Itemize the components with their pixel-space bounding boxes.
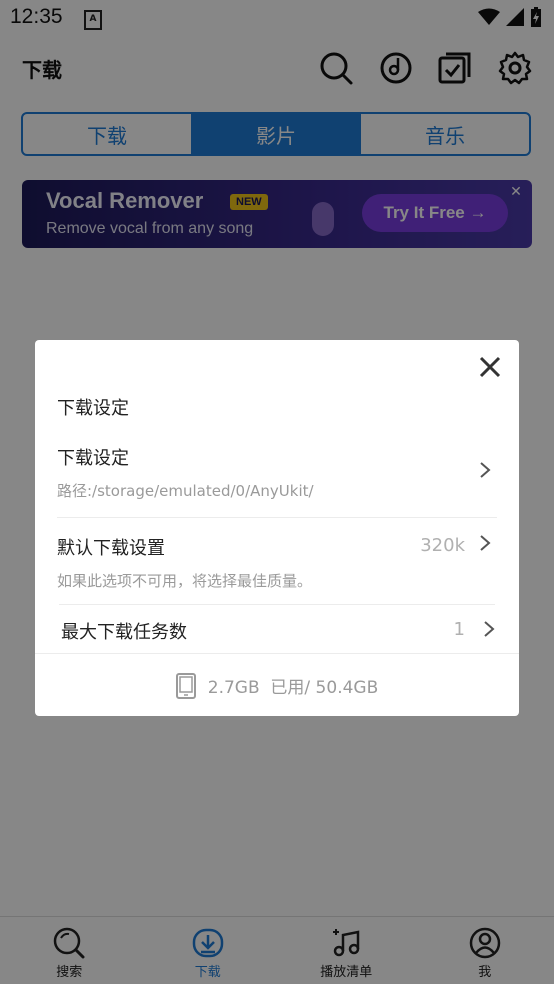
download-path: 路径:/storage/emulated/0/AnyUkit/ (57, 480, 497, 501)
chevron-right-icon (479, 462, 491, 478)
storage-device-icon (176, 673, 196, 699)
close-icon[interactable] (477, 354, 503, 380)
storage-usage: 2.7GB 已用/ 50.4GB (208, 673, 379, 698)
divider (59, 604, 495, 605)
max-tasks-row[interactable]: 最大下载任务数 1 (61, 618, 497, 644)
chevron-right-icon (479, 535, 491, 551)
dialog-title: 下载设定 (57, 394, 129, 420)
default-quality-row[interactable]: 默认下载设置 如果此选项不可用，将选择最佳质量。 320k (57, 534, 497, 591)
quality-value: 320k (420, 535, 465, 556)
divider (57, 517, 497, 518)
chevron-right-icon (483, 621, 495, 637)
quality-hint: 如果此选项不可用，将选择最佳质量。 (57, 570, 497, 591)
download-path-row[interactable]: 下载设定 路径:/storage/emulated/0/AnyUkit/ (57, 444, 497, 501)
row-title: 下载设定 (57, 444, 497, 470)
max-tasks-value: 1 (454, 619, 465, 640)
row-title: 最大下载任务数 (61, 618, 497, 644)
storage-info: 2.7GB 已用/ 50.4GB (35, 653, 519, 717)
download-settings-dialog: 下载设定 下载设定 路径:/storage/emulated/0/AnyUkit… (35, 340, 519, 716)
